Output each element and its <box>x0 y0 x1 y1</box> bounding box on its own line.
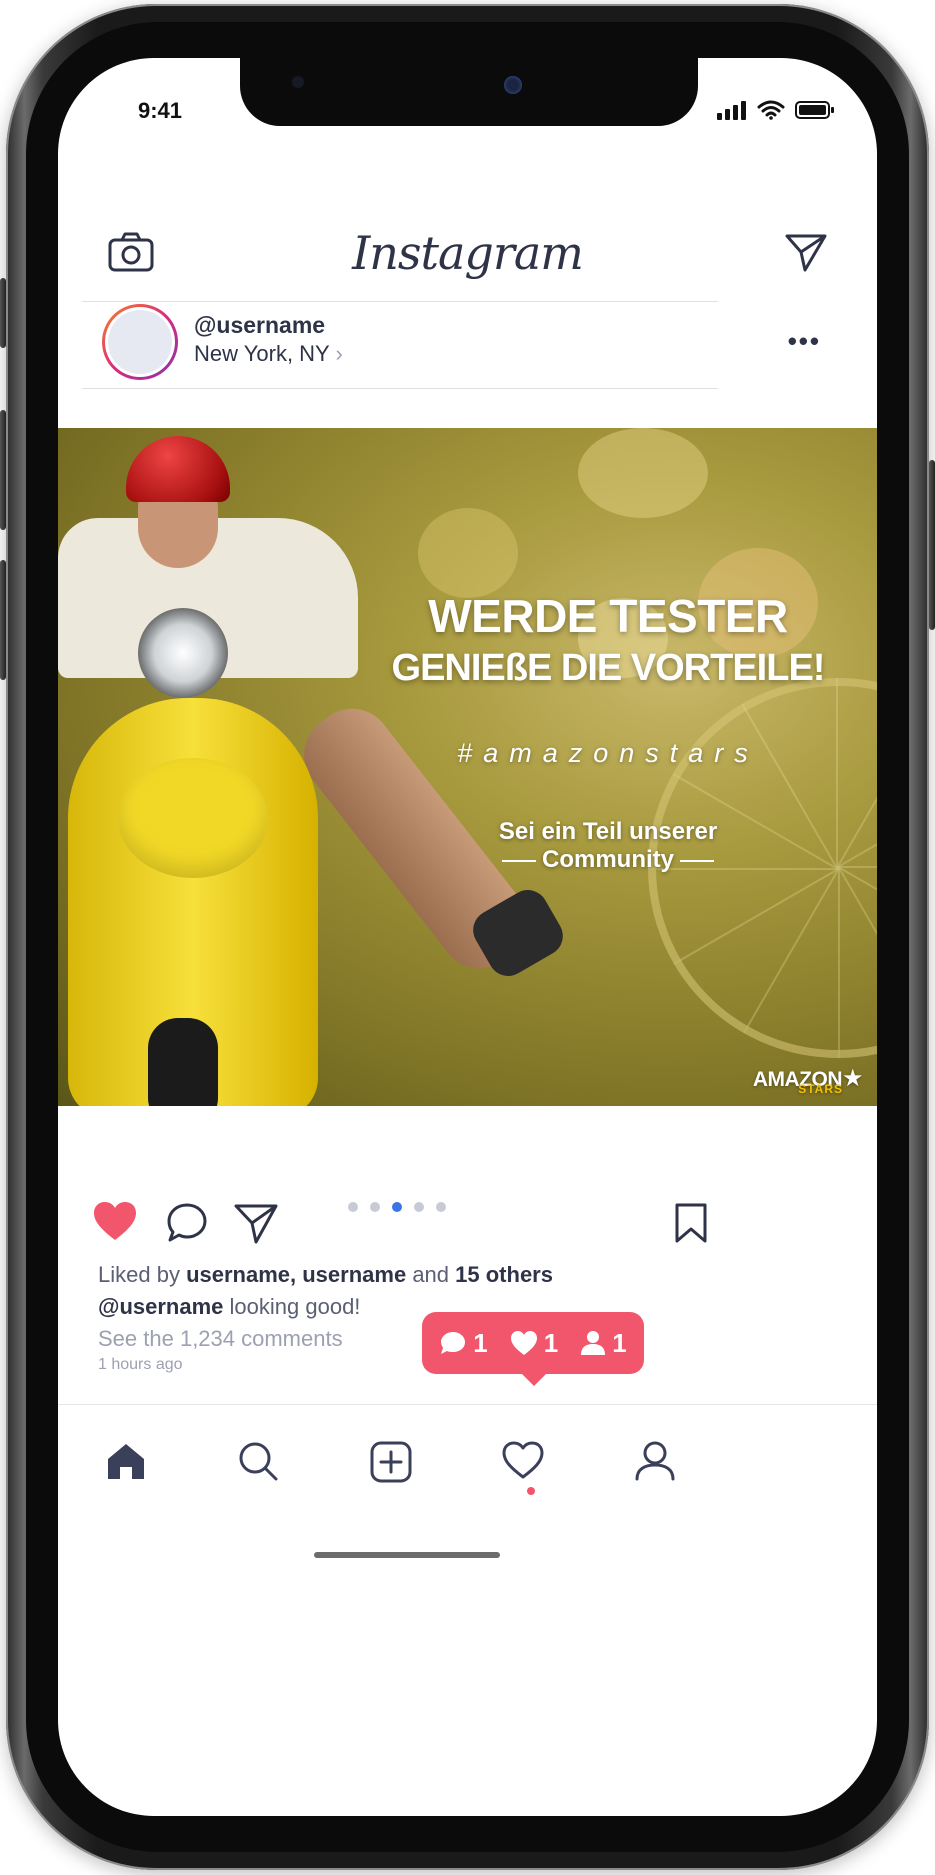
front-camera <box>504 76 522 94</box>
avatar[interactable] <box>102 304 178 380</box>
promo-subtitle-line1: Sei ein Teil unserer <box>498 818 718 845</box>
brand-logo: AMAZON★ STARS <box>753 1064 864 1096</box>
star-icon: ★ <box>841 1065 864 1092</box>
carousel-dot-active[interactable] <box>392 1202 402 1212</box>
chevron-right-icon: › <box>335 341 343 366</box>
comment-bubble-icon <box>441 1332 466 1354</box>
liked-others[interactable]: 15 others <box>455 1262 553 1287</box>
promo-title-line2: GENIEßE DIE VORTEILE! <box>391 647 826 689</box>
brand-logo-sub: STARS <box>798 1082 843 1096</box>
profile-icon[interactable] <box>634 1441 676 1486</box>
promo-title-line1: WERDE TESTER <box>428 590 788 642</box>
bokeh-light <box>578 428 708 518</box>
promo-hashtag: #amazonstars <box>457 738 759 768</box>
caption-username[interactable]: @username <box>98 1294 223 1319</box>
add-post-icon[interactable] <box>370 1441 412 1488</box>
scooter-tire <box>148 1018 218 1106</box>
liked-users[interactable]: username, username <box>186 1262 406 1287</box>
likes-prefix: Liked by <box>98 1262 180 1287</box>
tab-bar <box>58 1404 877 1524</box>
share-icon[interactable] <box>234 1202 278 1249</box>
scooter-headlight <box>138 608 228 698</box>
notify-comments-count: 1 <box>473 1327 488 1358</box>
carousel-dot[interactable] <box>414 1202 424 1212</box>
rider-helmet <box>126 436 230 502</box>
app-header: Instagram <box>58 198 877 308</box>
carousel-dots <box>348 1202 446 1212</box>
volume-down-button <box>0 560 6 680</box>
heart-icon <box>510 1331 537 1355</box>
promo-subtitle: Sei ein Teil unserer Community <box>418 818 798 874</box>
likes-and: and <box>412 1262 450 1287</box>
notch <box>240 58 698 126</box>
heart-filled-icon[interactable] <box>92 1200 138 1247</box>
post-username[interactable]: @username <box>194 312 325 339</box>
notify-followers-count: 1 <box>612 1327 627 1358</box>
bookmark-icon[interactable] <box>674 1202 708 1249</box>
notify-likes-count: 1 <box>543 1327 559 1358</box>
user-icon <box>581 1331 606 1355</box>
battery-icon <box>795 101 834 119</box>
carousel-dot[interactable] <box>348 1202 358 1212</box>
volume-up-button <box>0 410 6 530</box>
post-timestamp: 1 hours ago <box>98 1356 183 1373</box>
notify-likes: 1 <box>510 1328 558 1359</box>
caption: @username looking good! <box>98 1294 360 1320</box>
post-location-label: New York, NY <box>194 341 330 366</box>
promo-subtitle-line2: Community <box>542 846 674 873</box>
header-divider <box>82 301 718 302</box>
paper-plane-icon[interactable] <box>785 232 827 277</box>
promo-title: WERDE TESTER GENIEßE DIE VORTEILE! <box>358 590 858 694</box>
phone-screen: 9:41 Instagram @username New York, NY › … <box>58 58 877 1816</box>
caption-text: looking good! <box>229 1294 361 1319</box>
likes-text: Liked by username, username and 15 other… <box>98 1262 553 1288</box>
notify-followers: 1 <box>580 1327 627 1359</box>
app-logo: Instagram <box>352 226 584 280</box>
front-sensor <box>292 76 304 88</box>
view-comments-link[interactable]: See the 1,234 comments <box>98 1326 343 1352</box>
comment-icon[interactable] <box>166 1202 208 1249</box>
wifi-icon <box>757 100 785 120</box>
activity-heart-icon[interactable] <box>502 1441 544 1484</box>
post-actions <box>58 1178 877 1244</box>
carousel-dot[interactable] <box>370 1202 380 1212</box>
notify-comments: 1 <box>439 1327 488 1359</box>
activity-notification[interactable]: 1 1 1 <box>422 1312 644 1386</box>
post-location[interactable]: New York, NY › <box>194 341 343 367</box>
more-options-icon[interactable]: ••• <box>788 326 821 357</box>
scooter-fender <box>118 758 268 878</box>
post-header-divider <box>82 388 718 389</box>
search-icon[interactable] <box>238 1441 278 1486</box>
status-time: 9:41 <box>138 98 183 123</box>
home-indicator[interactable] <box>314 1552 500 1558</box>
signal-icon <box>717 101 746 120</box>
status-icons <box>717 100 835 120</box>
home-icon[interactable] <box>106 1441 146 1486</box>
carousel-dot[interactable] <box>436 1202 446 1212</box>
power-button <box>929 460 935 630</box>
bokeh-light <box>418 508 518 598</box>
activity-badge-dot <box>527 1487 535 1495</box>
post-image[interactable]: WERDE TESTER GENIEßE DIE VORTEILE! #amaz… <box>58 428 877 1106</box>
mute-switch <box>0 278 6 348</box>
